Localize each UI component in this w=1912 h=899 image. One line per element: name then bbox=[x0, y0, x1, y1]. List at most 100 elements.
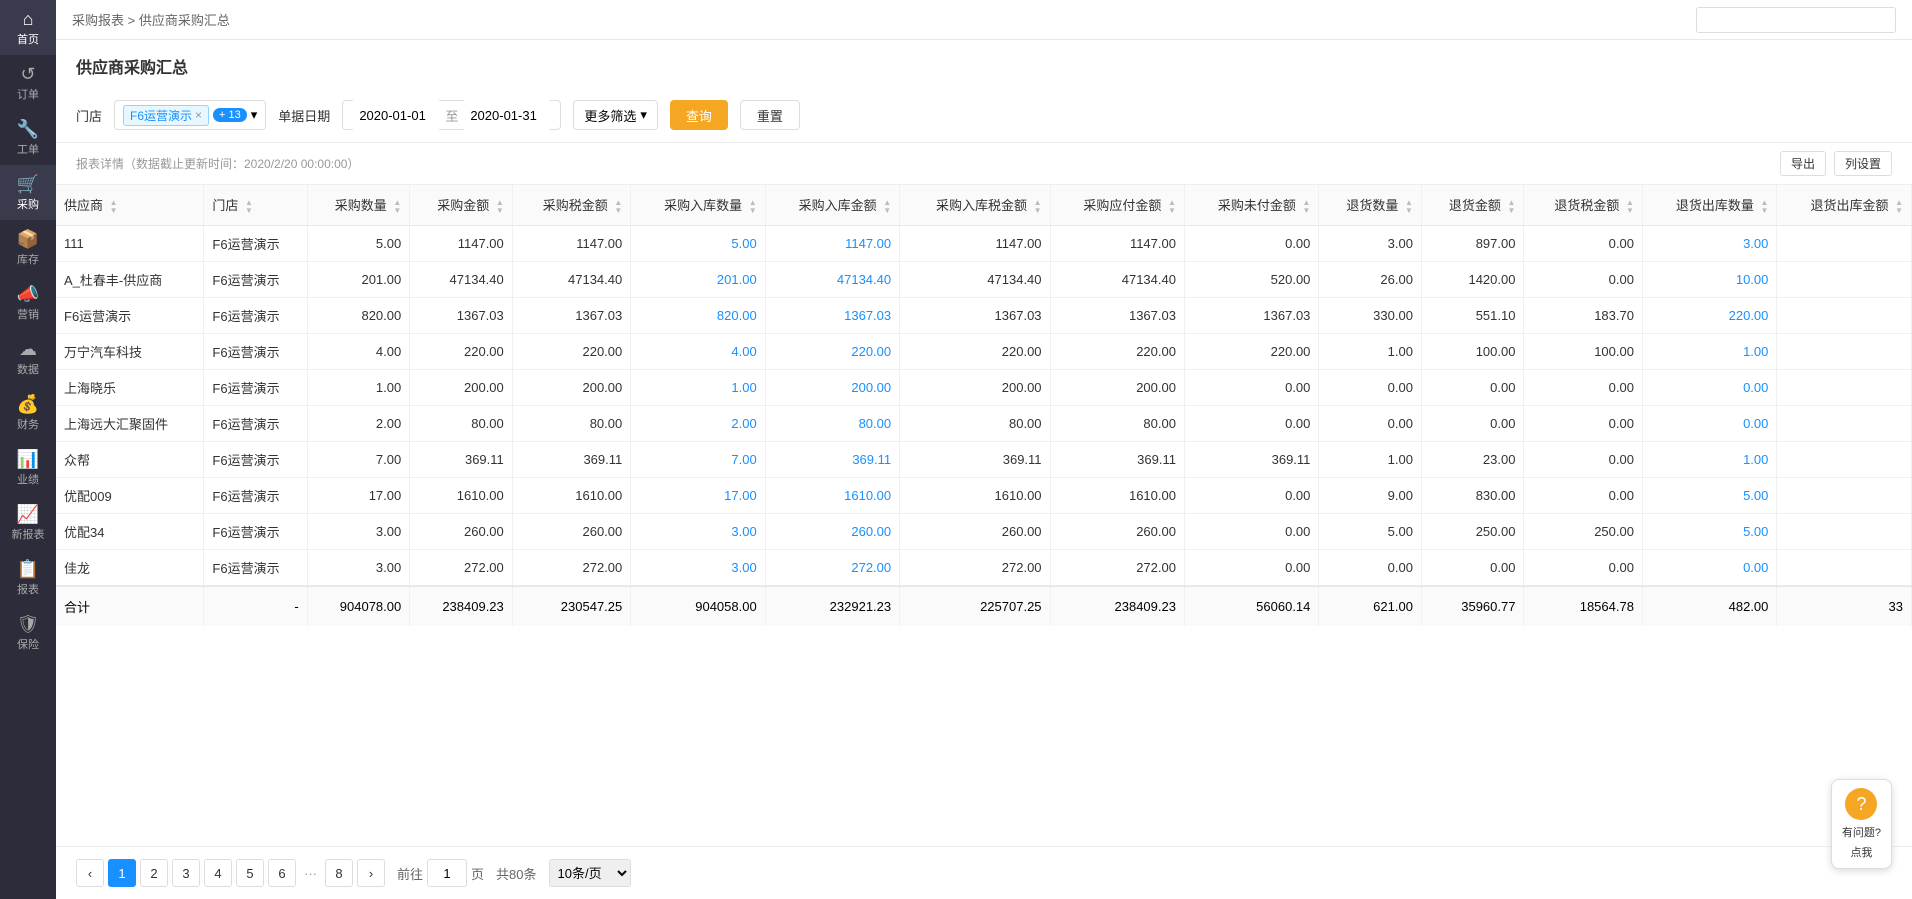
col-return-tax[interactable]: 退货税金额 ▲▼ bbox=[1524, 185, 1642, 225]
cell-return_out_qty[interactable]: 1.00 bbox=[1642, 333, 1776, 369]
cell-in_qty[interactable]: 201.00 bbox=[631, 261, 765, 297]
sidebar-item-new-report[interactable]: 📈 新报表 bbox=[0, 495, 56, 550]
sidebar-label-home: 首页 bbox=[17, 31, 39, 47]
prev-page-button[interactable]: ‹ bbox=[76, 859, 104, 887]
col-return-out-qty[interactable]: 退货出库数量 ▲▼ bbox=[1642, 185, 1776, 225]
sidebar-item-report[interactable]: 📋 报表 bbox=[0, 550, 56, 605]
col-supplier[interactable]: 供应商 ▲▼ bbox=[56, 185, 204, 225]
cell-purchase_amt: 47134.40 bbox=[410, 261, 513, 297]
store-tag-close[interactable]: × bbox=[195, 108, 202, 122]
export-button[interactable]: 导出 bbox=[1780, 151, 1826, 176]
cell-in_qty[interactable]: 3.00 bbox=[631, 549, 765, 586]
cell-store: F6运营演示 bbox=[204, 369, 307, 405]
col-in-qty[interactable]: 采购入库数量 ▲▼ bbox=[631, 185, 765, 225]
cell-in_qty[interactable]: 5.00 bbox=[631, 225, 765, 261]
col-unpaid[interactable]: 采购未付金额 ▲▼ bbox=[1184, 185, 1318, 225]
work-icon: 🔧 bbox=[17, 120, 39, 138]
date-from[interactable] bbox=[351, 100, 441, 130]
cell-return_out_amt bbox=[1777, 513, 1912, 549]
cell-in_amt[interactable]: 1610.00 bbox=[765, 477, 899, 513]
sidebar-item-marketing[interactable]: 📣 营销 bbox=[0, 275, 56, 330]
col-return-out-amt[interactable]: 退货出库金额 ▲▼ bbox=[1777, 185, 1912, 225]
cell-payable: 272.00 bbox=[1050, 549, 1184, 586]
sidebar-item-performance[interactable]: 📊 业绩 bbox=[0, 440, 56, 495]
cell-purchase_amt: 220.00 bbox=[410, 333, 513, 369]
cell-store: F6运营演示 bbox=[204, 225, 307, 261]
cell-return_out_qty[interactable]: 5.00 bbox=[1642, 513, 1776, 549]
col-purchase-qty[interactable]: 采购数量 ▲▼ bbox=[307, 185, 410, 225]
col-purchase-amt[interactable]: 采购金额 ▲▼ bbox=[410, 185, 513, 225]
cell-in_amt[interactable]: 80.00 bbox=[765, 405, 899, 441]
page-size-select[interactable]: 10条/页 20条/页 50条/页 100条/页 bbox=[549, 859, 631, 887]
cell-return_out_amt bbox=[1777, 333, 1912, 369]
order-icon: ↺ bbox=[20, 65, 35, 83]
filter-bar: 门店 F6运营演示 × + 13 ▾ 单据日期 至 更多筛选 ▾ 查询 重置 bbox=[56, 88, 1912, 143]
store-selector[interactable]: F6运营演示 × + 13 ▾ bbox=[114, 100, 266, 130]
home-icon: ⌂ bbox=[23, 10, 34, 28]
cell-return_out_qty[interactable]: 1.00 bbox=[1642, 441, 1776, 477]
sidebar-item-order[interactable]: ↺ 订单 bbox=[0, 55, 56, 110]
footer-return-out-qty: 482.00 bbox=[1642, 586, 1776, 626]
sidebar-item-insurance[interactable]: 🛡 保险 bbox=[0, 605, 56, 660]
cell-in_amt[interactable]: 47134.40 bbox=[765, 261, 899, 297]
sidebar-item-home[interactable]: ⌂ 首页 bbox=[0, 0, 56, 55]
cell-in_amt[interactable]: 220.00 bbox=[765, 333, 899, 369]
sidebar-label-finance: 财务 bbox=[17, 416, 39, 432]
col-store[interactable]: 门店 ▲▼ bbox=[204, 185, 307, 225]
sidebar-item-inventory[interactable]: 📦 库存 bbox=[0, 220, 56, 275]
cell-in_qty[interactable]: 820.00 bbox=[631, 297, 765, 333]
cell-return_out_qty[interactable]: 3.00 bbox=[1642, 225, 1776, 261]
page-goto-input[interactable] bbox=[427, 859, 467, 887]
sidebar-label-work: 工单 bbox=[17, 141, 39, 157]
cell-return_out_qty[interactable]: 220.00 bbox=[1642, 297, 1776, 333]
cell-return_out_qty[interactable]: 0.00 bbox=[1642, 549, 1776, 586]
cell-in_qty[interactable]: 7.00 bbox=[631, 441, 765, 477]
cell-return_out_qty[interactable]: 0.00 bbox=[1642, 369, 1776, 405]
col-payable[interactable]: 采购应付金额 ▲▼ bbox=[1050, 185, 1184, 225]
cell-in_qty[interactable]: 3.00 bbox=[631, 513, 765, 549]
cell-in_amt[interactable]: 260.00 bbox=[765, 513, 899, 549]
cell-purchase_amt: 200.00 bbox=[410, 369, 513, 405]
sidebar-item-purchase[interactable]: 🛒 采购 bbox=[0, 165, 56, 220]
topbar-search[interactable] bbox=[1696, 7, 1896, 33]
col-purchase-tax[interactable]: 采购税金额 ▲▼ bbox=[512, 185, 630, 225]
col-setting-button[interactable]: 列设置 bbox=[1834, 151, 1892, 176]
cell-return_out_qty[interactable]: 5.00 bbox=[1642, 477, 1776, 513]
page-button-8[interactable]: 8 bbox=[325, 859, 353, 887]
help-button[interactable]: ? 有问题? 点我 bbox=[1831, 779, 1892, 869]
page-button-1[interactable]: 1 bbox=[108, 859, 136, 887]
col-return-qty[interactable]: 退货数量 ▲▼ bbox=[1319, 185, 1422, 225]
page-button-2[interactable]: 2 bbox=[140, 859, 168, 887]
cell-payable: 1610.00 bbox=[1050, 477, 1184, 513]
cell-in_amt[interactable]: 272.00 bbox=[765, 549, 899, 586]
cell-supplier: F6运营演示 bbox=[56, 297, 204, 333]
cell-in_amt[interactable]: 369.11 bbox=[765, 441, 899, 477]
page-button-4[interactable]: 4 bbox=[204, 859, 232, 887]
cell-in_qty[interactable]: 17.00 bbox=[631, 477, 765, 513]
col-in-tax[interactable]: 采购入库税金额 ▲▼ bbox=[900, 185, 1050, 225]
cell-in_qty[interactable]: 4.00 bbox=[631, 333, 765, 369]
sidebar-item-finance[interactable]: 💰 财务 bbox=[0, 385, 56, 440]
cell-in_qty[interactable]: 1.00 bbox=[631, 369, 765, 405]
cell-return_out_qty[interactable]: 0.00 bbox=[1642, 405, 1776, 441]
date-to[interactable] bbox=[462, 100, 552, 130]
more-filter-button[interactable]: 更多筛选 ▾ bbox=[573, 100, 658, 130]
cell-in_qty[interactable]: 2.00 bbox=[631, 405, 765, 441]
col-return-amt[interactable]: 退货金额 ▲▼ bbox=[1421, 185, 1524, 225]
cell-in_amt[interactable]: 1147.00 bbox=[765, 225, 899, 261]
reset-button[interactable]: 重置 bbox=[740, 100, 800, 130]
next-page-button[interactable]: › bbox=[357, 859, 385, 887]
cell-in_amt[interactable]: 1367.03 bbox=[765, 297, 899, 333]
sidebar-item-data[interactable]: ☁ 数据 bbox=[0, 330, 56, 385]
page-button-3[interactable]: 3 bbox=[172, 859, 200, 887]
page-button-6[interactable]: 6 bbox=[268, 859, 296, 887]
cell-in_tax: 80.00 bbox=[900, 405, 1050, 441]
cell-in_amt[interactable]: 200.00 bbox=[765, 369, 899, 405]
cell-return_amt: 0.00 bbox=[1421, 369, 1524, 405]
sidebar-item-work[interactable]: 🔧 工单 bbox=[0, 110, 56, 165]
breadcrumb-purchase[interactable]: 采购报表 bbox=[72, 13, 124, 28]
page-button-5[interactable]: 5 bbox=[236, 859, 264, 887]
cell-return_out_qty[interactable]: 10.00 bbox=[1642, 261, 1776, 297]
col-in-amt[interactable]: 采购入库金额 ▲▼ bbox=[765, 185, 899, 225]
query-button[interactable]: 查询 bbox=[670, 100, 728, 130]
